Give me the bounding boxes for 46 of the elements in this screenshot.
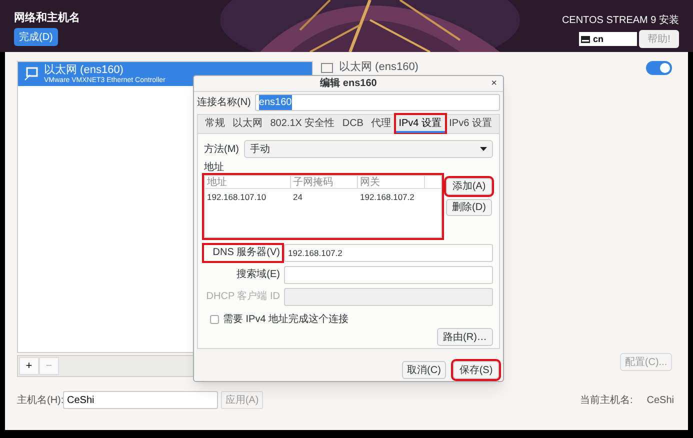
keyboard-field[interactable]: cn xyxy=(579,32,637,46)
column-header: 网关 xyxy=(358,176,425,188)
dropdown-caret-icon xyxy=(480,147,487,151)
name-field[interactable]: ens160 xyxy=(254,94,500,110)
delete-button[interactable]: 删除(D) xyxy=(446,199,492,216)
current-hostname: CeShi xyxy=(646,394,674,408)
column-header: 地址 xyxy=(205,176,291,188)
text-field[interactable]: 192.168.107.2 xyxy=(284,244,493,262)
product-title: CENTOS STREAM 9 安装 xyxy=(562,15,679,27)
done-button[interactable]: 完成(D) xyxy=(14,28,58,46)
table-cell-text: 192.168.107.10 xyxy=(206,190,268,204)
text-field[interactable] xyxy=(284,266,493,284)
dialog-title: 编辑 ens160 xyxy=(320,76,377,91)
device-switch[interactable] xyxy=(646,61,672,75)
method-label: 方法(M) xyxy=(204,142,239,156)
settings-tab[interactable]: 常规 xyxy=(202,115,228,133)
address-label: 地址 xyxy=(204,162,225,174)
field-label: 搜索域(E) xyxy=(236,268,281,282)
settings-tab[interactable]: IPv4 设置 xyxy=(396,115,445,133)
checkbox-label: 需要 IPv4 地址完成这个连接 xyxy=(223,312,349,327)
save-button[interactable]: 保存(S) xyxy=(453,361,499,379)
field-label: DNS 服务器(V) xyxy=(204,245,282,261)
close-button[interactable]: × xyxy=(491,77,497,90)
settings-tab[interactable]: 802.1X 安全性 xyxy=(267,115,338,133)
column-header: 子网掩码 xyxy=(291,176,358,188)
settings-tab[interactable]: 代理 xyxy=(368,115,394,133)
table-cell-text: 192.168.107.2 xyxy=(359,190,416,204)
hostname-field[interactable]: CeShi xyxy=(63,391,218,409)
settings-tab[interactable]: IPv6 设置 xyxy=(446,115,495,133)
name-label: 连接名称(N) xyxy=(197,96,251,110)
device-title: 以太网 (ens160) xyxy=(339,62,418,73)
page-title: 网络和主机名 xyxy=(14,12,80,25)
field-label: DHCP 客户端 ID xyxy=(205,290,281,304)
current-hostname-label: 当前主机名: xyxy=(580,394,633,408)
require-checkbox[interactable] xyxy=(210,315,219,324)
settings-tab[interactable]: 以太网 xyxy=(230,115,266,133)
settings-tab[interactable]: DCB xyxy=(339,115,366,133)
device-name: 以太网 (ens160) xyxy=(44,64,124,76)
add-button[interactable]: 添加(A) xyxy=(446,178,492,195)
keyboard-icon xyxy=(581,36,590,42)
cancel-button[interactable]: 取消(C) xyxy=(402,361,446,379)
hostname-label: 主机名(H): xyxy=(17,394,63,408)
routes-button[interactable]: 路由(R)… xyxy=(437,328,493,346)
table-cell-text: 24 xyxy=(292,190,304,204)
method-dropdown[interactable]: 手动 xyxy=(244,140,493,158)
add-device-button[interactable]: + xyxy=(19,357,39,375)
